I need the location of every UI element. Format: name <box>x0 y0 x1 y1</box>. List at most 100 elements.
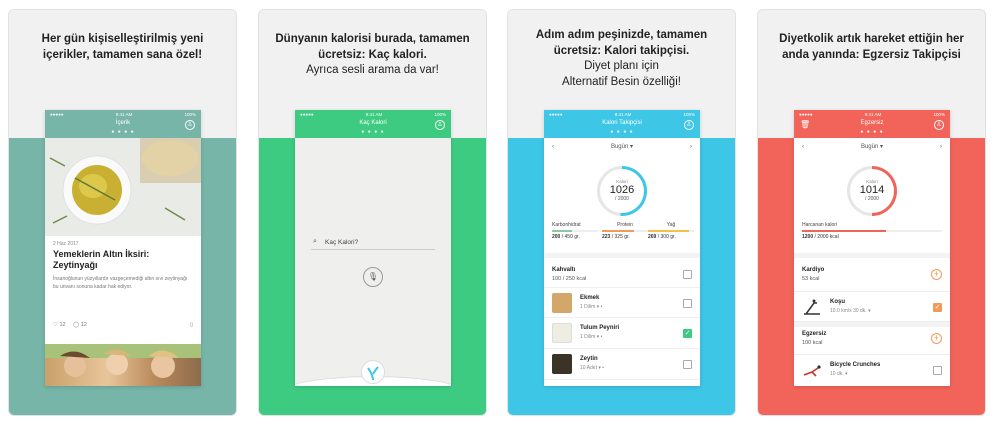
nav-title: İçerik <box>115 120 131 126</box>
calorie-ring-inner: Kalori 1014 / 2000 <box>850 169 894 213</box>
nav-bar: Kaç Kalori ● ● ● ● ♙ <box>295 118 451 138</box>
food-name: Tulum Peyniri <box>580 325 620 331</box>
chevron-right-icon[interactable]: › <box>940 140 942 154</box>
panel-caption: Her gün kişiselleştirilmiş yeni içerikle… <box>17 32 228 63</box>
search-input[interactable]: Kaç Kalori? <box>325 239 358 246</box>
calorie-value: 1026 <box>609 184 635 196</box>
date-label[interactable]: Bugün <box>861 144 878 150</box>
burned-value: 1200 <box>802 234 814 240</box>
date-selector: ‹ Bugün ▾ › <box>794 140 950 154</box>
article-photo-friends[interactable] <box>45 344 201 386</box>
exercise-checkbox-checked[interactable]: ✓ <box>933 303 942 312</box>
meal-kcal: 100 / 250 kcal <box>552 276 587 282</box>
food-checkbox[interactable] <box>683 360 692 369</box>
food-portion[interactable]: 10 Adet ▾ • <box>580 365 604 371</box>
exercise-name: Bicycle Crunches <box>830 362 881 368</box>
battery-level: 100% <box>434 111 446 117</box>
food-name: Ekmek <box>580 295 600 301</box>
divider <box>544 253 700 258</box>
nav-bar: İçerik ● ● ● ● ♙ <box>45 118 201 138</box>
macro-value: 200 <box>552 234 561 240</box>
profile-icon[interactable]: ♙ <box>435 120 445 130</box>
macro-bar-fill <box>552 230 573 232</box>
food-row-zeytin[interactable]: Zeytin 10 Adet ▾ • <box>544 349 700 380</box>
status-bar: ●●●●● 9:41 AM 100% <box>794 110 950 118</box>
macro-goal: / 450 gr. <box>561 234 580 240</box>
search-field[interactable]: ⌕ Kaç Kalori? <box>311 236 435 250</box>
exercise-detail[interactable]: 10.0 km/s 30 dk. ▾ <box>830 308 871 314</box>
carrier-signal: ●●●●● <box>50 111 64 117</box>
nav-title: Kalori Takipçisi <box>602 120 642 126</box>
phone-screen: ●●●●● 9:41 AM 100% 🗑︎ Egzersiz ● ● ● ● ♙… <box>794 110 950 386</box>
screenshot-panel-search: Dünyanın kalorisi burada, tamamen ücrets… <box>258 9 487 416</box>
date-label[interactable]: Bugün <box>611 144 628 150</box>
caption-regular: Ayrıca sesli arama da var! <box>306 64 439 76</box>
food-checkbox-checked[interactable]: ✓ <box>683 329 692 338</box>
date-selector: ‹ Bugün ▾ › <box>544 140 700 154</box>
meal-name: Kahvaltı <box>552 267 576 273</box>
chevron-left-icon[interactable]: ‹ <box>552 140 554 154</box>
add-cardio-button[interactable]: + <box>931 269 942 280</box>
exercise-detail[interactable]: 10 dk. ▾ <box>830 371 848 377</box>
page-indicator[interactable]: ● ● ● ● <box>295 129 451 135</box>
status-time: 9:41 AM <box>614 111 632 117</box>
exercise-checkbox[interactable] <box>933 366 942 375</box>
logo-mark <box>367 366 379 381</box>
article-title[interactable]: Yemeklerin Altın İksiri: Zeytinyağı <box>53 249 193 271</box>
macro-fat: Yağ 269 / 300 gr. <box>648 222 694 240</box>
profile-icon[interactable]: ♙ <box>185 120 195 130</box>
status-time: 9:41 AM <box>365 111 383 117</box>
status-bar: ●●●●● 9:41 AM 100% <box>295 110 451 118</box>
caret-down-icon[interactable]: ▾ <box>878 144 883 150</box>
status-time: 9:41 AM <box>864 111 882 117</box>
divider <box>794 253 950 258</box>
comment-icon[interactable]: ◯ <box>73 322 79 328</box>
calorie-ring: Kalori 1014 / 2000 <box>847 166 897 216</box>
calorie-ring: Kalori 1026 / 2000 <box>597 166 647 216</box>
screenshot-panel-content: Her gün kişiselleştirilmiş yeni içerikle… <box>8 9 237 416</box>
page-indicator[interactable]: ● ● ● ● <box>794 129 950 135</box>
microphone-icon[interactable]: 🎙︎ <box>363 267 383 287</box>
section-kcal: 53 kcal <box>802 276 820 282</box>
page-indicator[interactable]: ● ● ● ● <box>45 129 201 135</box>
nav-bar: 🗑︎ Egzersiz ● ● ● ● ♙ <box>794 118 950 138</box>
battery-level: 100% <box>933 111 945 117</box>
crunch-image <box>802 360 822 380</box>
chevron-left-icon[interactable]: ‹ <box>802 140 804 154</box>
status-time: 9:41 AM <box>115 111 133 117</box>
burned-bar-fill <box>802 230 886 232</box>
caption-regular: Diyet planı için Alternatif Besin özelli… <box>562 60 681 88</box>
heart-icon[interactable]: ♡ <box>53 322 58 328</box>
treadmill-icon <box>804 299 820 315</box>
bookmark-icon[interactable]: ▯ <box>190 322 193 328</box>
nav-title: Egzersiz <box>860 120 884 126</box>
chevron-right-icon[interactable]: › <box>690 140 692 154</box>
brand-logo-icon[interactable] <box>361 360 385 384</box>
macro-goal: / 325 gr. <box>611 234 630 240</box>
meal-checkbox[interactable] <box>683 270 692 279</box>
caret-down-icon[interactable]: ▾ <box>628 144 633 150</box>
exercise-row-kosu[interactable]: Koşu 10.0 km/s 30 dk. ▾ ✓ <box>794 291 950 322</box>
profile-icon[interactable]: ♙ <box>934 120 944 130</box>
macro-bar <box>552 230 598 232</box>
add-exercise-button[interactable]: + <box>931 333 942 344</box>
section-name: Kardiyo <box>802 267 825 273</box>
food-row-ekmek[interactable]: Ekmek 1 Dilim ▾ • <box>544 287 700 318</box>
section-kcal: 100 kcal <box>802 340 823 346</box>
food-portion[interactable]: 1 Dilim ▾ • <box>580 334 602 340</box>
food-checkbox[interactable] <box>683 299 692 308</box>
food-row-tulum-peyniri[interactable]: Tulum Peyniri 1 Dilim ▾ • ✓ <box>544 318 700 349</box>
exercise-row-bicycle-crunches[interactable]: Bicycle Crunches 10 dk. ▾ <box>794 354 950 386</box>
page-indicator[interactable]: ● ● ● ● <box>544 129 700 135</box>
macro-name: Karbonhidrat <box>552 222 581 228</box>
phone-screen: ●●●●● 9:41 AM 100% Kaç Kalori ● ● ● ● ♙ … <box>295 110 451 386</box>
comment-count: 12 <box>80 322 87 328</box>
caption-bold: Dünyanın kalorisi burada, tamamen ücrets… <box>275 33 470 61</box>
caption-bold: Adım adım peşinizde, tamamen ücretsiz: K… <box>535 29 708 57</box>
article-hero-image[interactable] <box>45 138 201 236</box>
macro-bar <box>648 230 694 232</box>
food-portion[interactable]: 1 Dilim ▾ • <box>580 304 602 310</box>
profile-icon[interactable]: ♙ <box>684 120 694 130</box>
exercise-name: Koşu <box>830 299 845 305</box>
section-name: Egzersiz <box>802 331 827 337</box>
